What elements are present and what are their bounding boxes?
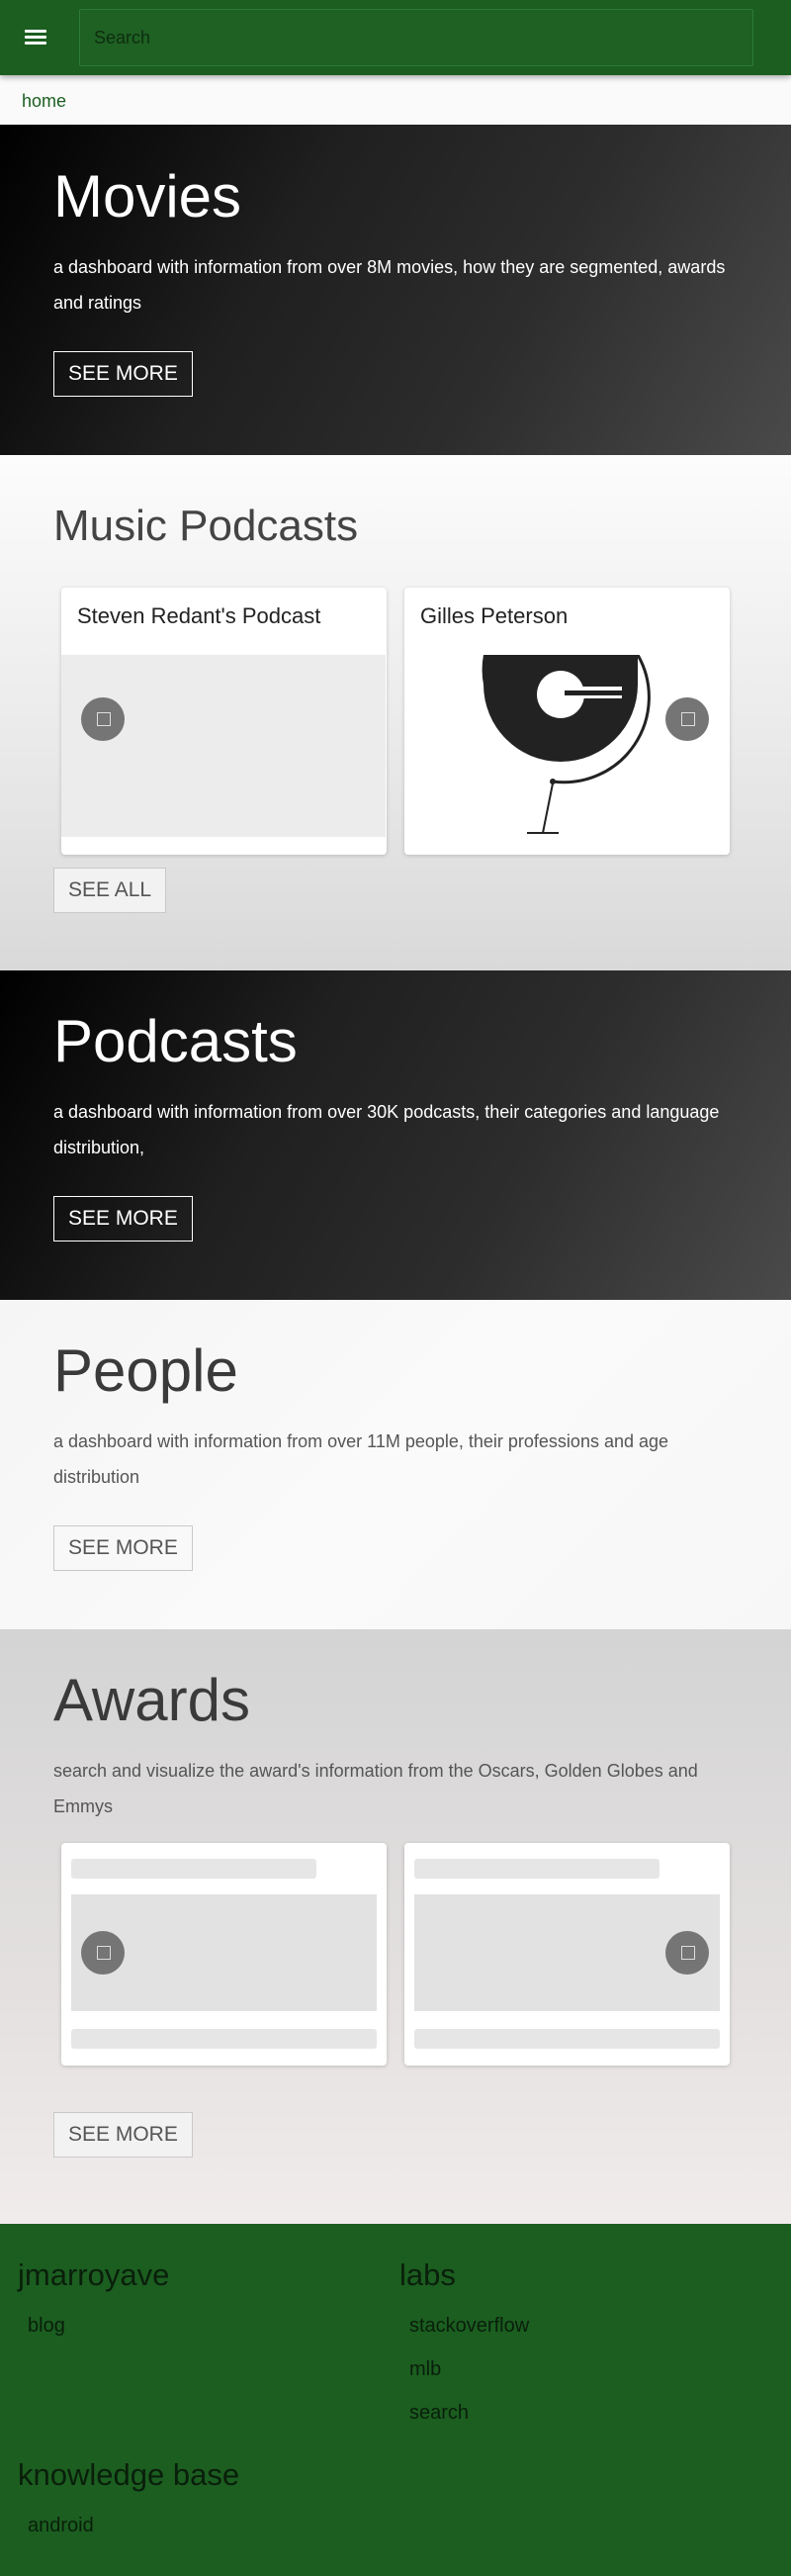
play-icon[interactable] <box>665 1931 709 1975</box>
awards-section: Awards search and visualize the award's … <box>0 1629 791 2224</box>
search-input[interactable] <box>79 9 753 66</box>
podcasts-title: Podcasts <box>53 1008 298 1074</box>
gilles-peterson-logo <box>482 655 651 834</box>
music-podcasts-title: Music Podcasts <box>53 502 359 550</box>
podcast-card[interactable]: Steven Redant's Podcast <box>61 588 387 855</box>
podcast-card-image <box>61 655 386 837</box>
app-header <box>0 0 791 75</box>
play-icon[interactable] <box>81 697 125 741</box>
skeleton-line <box>71 2029 377 2049</box>
award-card-placeholder <box>404 1843 730 2066</box>
footer-link-mlb[interactable]: mlb <box>409 2358 441 2381</box>
menu-icon[interactable] <box>22 24 49 51</box>
award-card-placeholder <box>61 1843 387 2066</box>
podcasts-description: a dashboard with information from over 3… <box>53 1102 720 1157</box>
podcast-card[interactable]: Gilles Peterson <box>404 588 730 855</box>
movies-description: a dashboard with information from over 8… <box>53 257 726 313</box>
footer-link-search[interactable]: search <box>409 2402 469 2425</box>
podcasts-see-more-button[interactable]: SEE MORE <box>53 1196 193 1242</box>
podcasts-section: Podcasts a dashboard with information fr… <box>0 970 791 1300</box>
footer-jmarroyave-heading: jmarroyave <box>18 2257 170 2292</box>
people-title: People <box>53 1337 238 1404</box>
site-footer: jmarroyave blog labs stackoverflow mlb s… <box>0 2224 791 2576</box>
footer-link-blog[interactable]: blog <box>28 2315 65 2338</box>
awards-description: search and visualize the award's informa… <box>53 1761 698 1816</box>
footer-knowledge-base-heading: knowledge base <box>18 2457 240 2492</box>
podcast-card-title: Steven Redant's Podcast <box>77 603 321 628</box>
footer-labs-heading: labs <box>399 2257 456 2292</box>
music-podcasts-section: Music Podcasts Steven Redant's Podcast G… <box>0 455 791 970</box>
breadcrumb-home-link[interactable]: home <box>22 91 66 112</box>
skeleton-title <box>414 1859 659 1879</box>
play-icon[interactable] <box>665 697 709 741</box>
podcast-card-title: Gilles Peterson <box>420 603 569 628</box>
skeleton-line <box>414 2029 720 2049</box>
people-see-more-button[interactable]: SEE MORE <box>53 1525 193 1571</box>
movies-see-more-button[interactable]: SEE MORE <box>53 351 193 397</box>
footer-link-android[interactable]: android <box>28 2515 94 2537</box>
footer-link-stackoverflow[interactable]: stackoverflow <box>409 2315 529 2338</box>
movies-section: Movies a dashboard with information from… <box>0 125 791 455</box>
people-section: People a dashboard with information from… <box>0 1300 791 1629</box>
breadcrumb: home <box>0 75 791 125</box>
awards-title: Awards <box>53 1667 250 1733</box>
awards-see-more-button[interactable]: SEE MORE <box>53 2112 193 2158</box>
skeleton-title <box>71 1859 316 1879</box>
music-podcasts-see-all-button[interactable]: SEE ALL <box>53 868 167 913</box>
play-icon[interactable] <box>81 1931 125 1975</box>
people-description: a dashboard with information from over 1… <box>53 1431 669 1487</box>
movies-title: Movies <box>53 163 242 230</box>
